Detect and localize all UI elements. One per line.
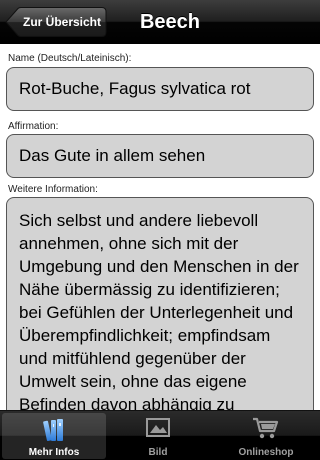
picture-icon (145, 416, 171, 445)
tab-onlineshop-label: Onlineshop (238, 447, 294, 458)
cart-icon (252, 416, 280, 445)
back-button[interactable]: Zur Übersicht (5, 7, 107, 37)
detail-content[interactable]: Name (Deutsch/Lateinisch): Rot-Buche, Fa… (0, 45, 320, 410)
tab-onlineshop[interactable]: Onlineshop (214, 411, 318, 460)
affirmation-field[interactable]: Das Gute in allem sehen (6, 134, 314, 178)
tab-bild-label: Bild (148, 447, 168, 458)
back-button-label: Zur Übersicht (22, 15, 101, 29)
tab-mehr-infos-label: Mehr Infos (28, 447, 80, 458)
name-label: Name (Deutsch/Lateinisch): (8, 53, 132, 64)
name-field[interactable]: Rot-Buche, Fagus sylvatica rot (6, 67, 314, 111)
books-icon (39, 418, 69, 449)
info-label: Weitere Information: (8, 184, 98, 195)
tab-bild[interactable]: Bild (106, 411, 210, 460)
tab-mehr-infos[interactable]: Mehr Infos (2, 413, 106, 459)
info-field[interactable]: Sich selbst und andere liebevoll annehme… (6, 197, 314, 410)
navigation-bar: Zur Übersicht Beech (0, 0, 320, 44)
tab-bar: Mehr Infos Bild Onlineshop (0, 410, 320, 460)
page-title: Beech (139, 11, 201, 33)
affirmation-label: Affirmation: (8, 121, 59, 132)
